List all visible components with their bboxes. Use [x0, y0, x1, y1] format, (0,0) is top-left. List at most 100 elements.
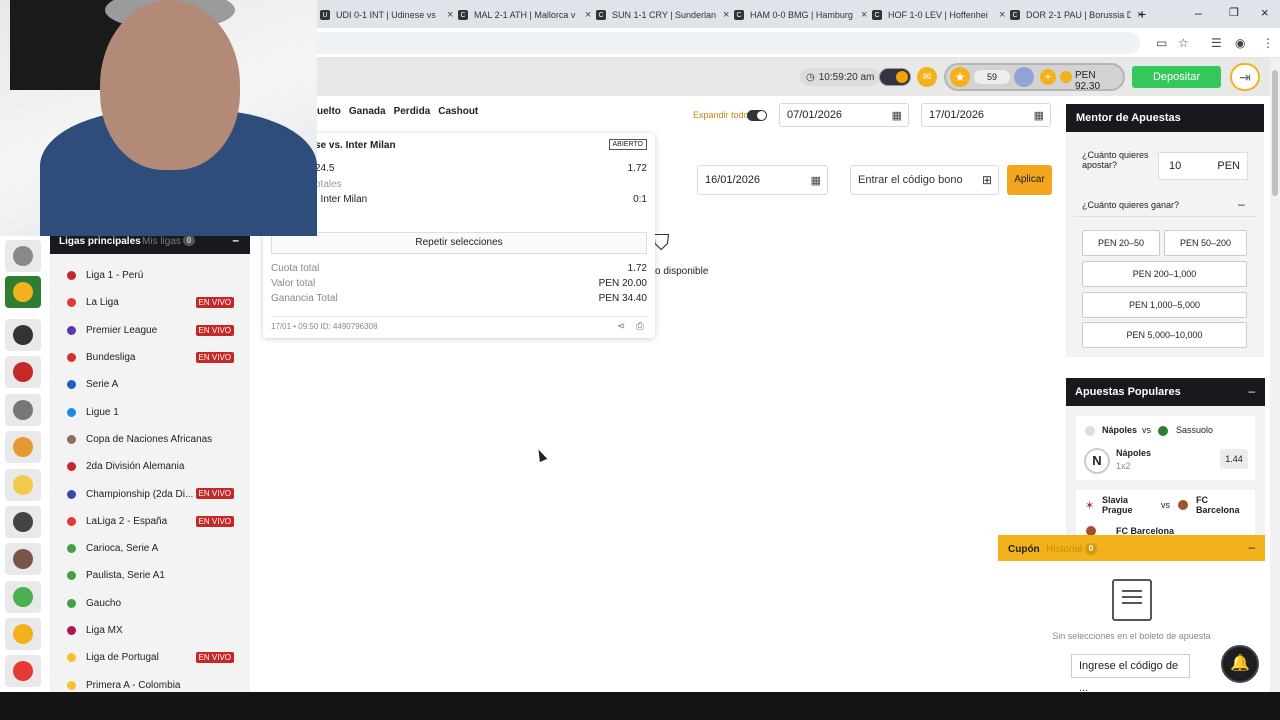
odds-button[interactable]: 1.44 [1220, 449, 1248, 469]
trophy-icon[interactable] [5, 618, 41, 650]
sport-icon[interactable] [5, 506, 41, 538]
browser-tab[interactable]: C MAL 2-1 ATH | Mallorca v × [452, 4, 597, 26]
play-icon[interactable] [5, 356, 41, 388]
cast-icon[interactable]: ▭ [1156, 36, 1167, 50]
profile-icon[interactable]: ◉ [1235, 36, 1245, 50]
browser-tab[interactable]: C DOR 2-1 PAU | Borussia D × [1004, 4, 1149, 26]
target-icon[interactable] [5, 394, 41, 426]
tab-my-leagues[interactable]: Mis ligas [142, 236, 181, 247]
range-button[interactable]: PEN 50–200 [1164, 230, 1247, 256]
star-icon[interactable]: ★ [950, 67, 970, 87]
browser-tab[interactable]: C HOF 1-0 LEV | Hoffenhei × [866, 4, 1011, 26]
stake-input[interactable]: 10 PEN [1158, 152, 1248, 180]
calendar-icon[interactable]: ▦ [1034, 109, 1044, 122]
coupon-header: Cupón Historial 0 – [998, 535, 1265, 561]
divider [1074, 216, 1256, 217]
range-button[interactable]: PEN 5,000–10,000 [1082, 322, 1247, 348]
league-name: Liga de Portugal [86, 652, 159, 664]
league-item[interactable]: Liga MX [57, 617, 241, 644]
league-item[interactable]: Paulista, Serie A1 [57, 562, 241, 589]
collapse-icon[interactable]: – [1238, 197, 1245, 211]
page-scrollbar[interactable] [1270, 58, 1280, 692]
filter-lost[interactable]: Perdida [394, 106, 431, 117]
filter-cashout[interactable]: Cashout [438, 106, 478, 117]
theme-toggle[interactable] [879, 68, 911, 86]
total-odds-value: 1.72 [627, 263, 647, 274]
collapse-icon[interactable]: – [1248, 384, 1255, 398]
league-item[interactable]: Championship (2da Di... EN VIVO [57, 480, 241, 507]
repeat-selections-button[interactable]: Repetir selecciones [271, 232, 647, 254]
pick-market: 1x2 [1116, 461, 1131, 471]
apply-bonus-button[interactable]: Aplicar [1007, 165, 1052, 195]
league-item[interactable]: Premier League EN VIVO [57, 317, 241, 344]
range-button[interactable]: PEN 20–50 [1082, 230, 1160, 256]
league-item[interactable]: Carioca, Serie A [57, 535, 241, 562]
sport-icon[interactable] [5, 543, 41, 575]
avatar[interactable] [1014, 67, 1034, 87]
share-icon[interactable]: ⋖ [617, 321, 625, 332]
tab-favicon-icon: C [596, 10, 606, 20]
popular-bet-card[interactable]: ✶ Slavia Prague vs FC Barcelona FC Barce… [1076, 490, 1255, 538]
percent-icon[interactable] [5, 655, 41, 687]
new-tab-icon[interactable]: + [1138, 6, 1146, 22]
filter-returned[interactable]: uelto [317, 106, 341, 117]
sport-icon[interactable] [5, 431, 41, 463]
date-field[interactable]: 16/01/2026 ▦ [697, 165, 828, 195]
url-field[interactable] [250, 32, 1140, 54]
reading-list-icon[interactable]: ☰ [1211, 36, 1222, 50]
add-funds-icon[interactable]: + [1040, 69, 1056, 85]
league-item[interactable]: Gaucho [57, 590, 241, 617]
sport-icon[interactable] [5, 469, 41, 501]
deposit-button[interactable]: Depositar [1132, 66, 1221, 88]
league-item[interactable]: Copa de Naciones Africanas [57, 426, 241, 453]
sport-icon[interactable] [5, 240, 41, 272]
date-from-field[interactable]: 07/01/2026 ▦ [779, 103, 909, 127]
sport-icon[interactable] [5, 276, 41, 308]
league-item[interactable]: LaLiga 2 - España EN VIVO [57, 508, 241, 535]
filter-won[interactable]: Ganada [349, 106, 386, 117]
tab-coupon[interactable]: Cupón [1008, 544, 1040, 555]
away-team: FC Barcelona [1196, 495, 1240, 515]
tab-history[interactable]: Historial [1046, 544, 1082, 555]
date-to-field[interactable]: 17/01/2026 ▦ [921, 103, 1051, 127]
scrollbar-thumb[interactable] [1272, 70, 1278, 196]
print-icon[interactable]: ⎙ [636, 321, 644, 332]
coupon-code-input[interactable]: Ingrese el código de ... [1071, 654, 1190, 694]
logout-icon[interactable]: ⇥ [1230, 63, 1260, 91]
browser-tab[interactable]: C SUN 1-1 CRY | Sunderlan × [590, 4, 735, 26]
popular-bet-card[interactable]: Nápoles vs Sassuolo N Nápoles 1x2 1.44 [1076, 416, 1255, 480]
league-item[interactable]: Bundesliga EN VIVO [57, 344, 241, 371]
mail-icon[interactable]: ✉ [917, 67, 937, 87]
browser-tab[interactable]: C HAM 0-0 BMG | Hamburg × [728, 4, 873, 26]
bonus-code-input[interactable]: Entrar el código bono ⊞ [850, 165, 999, 195]
close-window-icon[interactable]: × [1261, 5, 1269, 20]
bookmark-star-icon[interactable]: ☆ [1178, 36, 1189, 50]
range-button[interactable]: PEN 1,000–5,000 [1082, 292, 1247, 318]
bet-match: se vs. Inter Milan [315, 140, 396, 151]
calendar-icon[interactable]: ▦ [892, 109, 902, 122]
range-button[interactable]: PEN 200–1,000 [1082, 261, 1247, 287]
league-item[interactable]: Ligue 1 [57, 398, 241, 425]
league-item[interactable]: Liga de Portugal EN VIVO [57, 644, 241, 671]
sport-icon-rail [0, 236, 48, 692]
vs-label: vs [1161, 500, 1170, 510]
league-item[interactable]: Serie A [57, 371, 241, 398]
league-item[interactable]: La Liga EN VIVO [57, 289, 241, 316]
tab-title: SUN 1-1 CRY | Sunderlan [612, 10, 717, 20]
bet-score: 0:1 [633, 194, 647, 205]
league-item[interactable]: 2da División Alemania [57, 453, 241, 480]
bell-icon[interactable]: 🔔 [1221, 645, 1259, 683]
menu-dots-icon[interactable]: ⋮ [1262, 36, 1274, 50]
restore-icon[interactable]: ❐ [1229, 6, 1239, 19]
calendar-icon[interactable]: ▦ [811, 174, 821, 187]
tab-main-leagues[interactable]: Ligas principales [59, 236, 141, 247]
league-item[interactable]: Liga 1 - Perú [57, 262, 241, 289]
sport-icon[interactable] [5, 581, 41, 613]
league-flag-icon [67, 325, 76, 335]
soccer-icon[interactable] [5, 319, 41, 351]
browser-tab[interactable]: U UDI 0-1 INT | Udinese vs × [314, 4, 459, 26]
expand-all-switch[interactable] [747, 110, 767, 121]
minimize-icon[interactable]: – [1195, 6, 1202, 20]
tab-favicon-icon: C [458, 10, 468, 20]
collapse-icon[interactable]: – [1248, 540, 1255, 554]
